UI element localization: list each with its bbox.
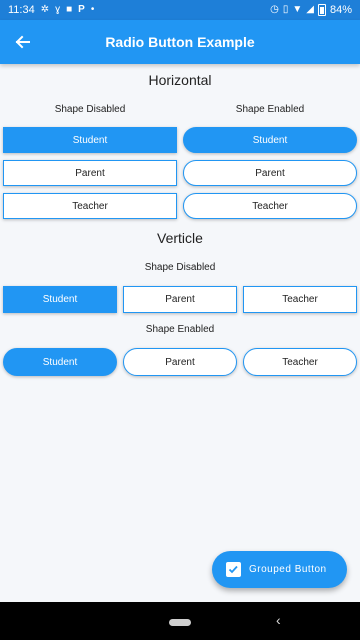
- status-right: ◷ ▯ ▼ ◢ 84%: [270, 4, 352, 16]
- parking-icon: P: [78, 4, 85, 15]
- horizontal-title: Horizontal: [148, 72, 212, 88]
- grouped-button-label: Grouped Button: [249, 564, 327, 575]
- wifi-icon: ▼: [292, 4, 303, 15]
- checkbox-icon: [226, 562, 241, 577]
- arrow-left-icon: [15, 35, 30, 49]
- radio-teacher-rect[interactable]: Teacher: [3, 193, 177, 219]
- radio-teacher-pill-row[interactable]: Teacher: [243, 348, 357, 376]
- radio-student-rect-row[interactable]: Student: [3, 286, 117, 313]
- horizontal-shape-disabled-label: Shape Disabled: [54, 104, 126, 115]
- system-nav-bar: ‹: [0, 602, 360, 640]
- radio-student-pill-row[interactable]: Student: [3, 348, 117, 376]
- vibrate-icon: ▯: [282, 4, 289, 15]
- vertical-shape-enabled-label: Shape Enabled: [145, 324, 215, 335]
- radio-parent-rect[interactable]: Parent: [3, 160, 177, 186]
- video-icon: ■: [66, 4, 73, 15]
- radio-student-rect[interactable]: Student: [3, 127, 177, 153]
- vertical-shape-disabled-label: Shape Disabled: [144, 262, 216, 273]
- battery-icon: [317, 4, 326, 16]
- dot-icon: •: [90, 4, 95, 15]
- back-button[interactable]: [0, 20, 44, 64]
- signal-icon: ◢: [306, 4, 314, 15]
- nav-back-icon[interactable]: ‹: [276, 612, 281, 628]
- vertical-title: Verticle: [157, 230, 203, 246]
- signature-icon: ɣ: [55, 4, 61, 15]
- settings-icon: ✲: [40, 4, 50, 15]
- status-left: 11:34 ✲ ɣ ■ P •: [8, 4, 94, 16]
- radio-teacher-pill[interactable]: Teacher: [183, 193, 357, 219]
- radio-teacher-rect-row[interactable]: Teacher: [243, 286, 357, 313]
- radio-student-pill[interactable]: Student: [183, 127, 357, 153]
- app-bar: Radio Button Example: [0, 20, 360, 64]
- horizontal-shape-enabled-label: Shape Enabled: [235, 104, 305, 115]
- grouped-button-fab[interactable]: Grouped Button: [212, 551, 347, 588]
- alarm-icon: ◷: [270, 4, 279, 15]
- radio-parent-rect-row[interactable]: Parent: [123, 286, 237, 313]
- radio-parent-pill[interactable]: Parent: [183, 160, 357, 186]
- battery-percent: 84%: [329, 4, 352, 16]
- home-pill-icon[interactable]: [169, 619, 191, 626]
- radio-parent-pill-row[interactable]: Parent: [123, 348, 237, 376]
- status-bar: 11:34 ✲ ɣ ■ P • ◷ ▯ ▼ ◢ 84%: [0, 0, 360, 20]
- status-time: 11:34: [8, 4, 35, 16]
- app-title: Radio Button Example: [105, 34, 255, 50]
